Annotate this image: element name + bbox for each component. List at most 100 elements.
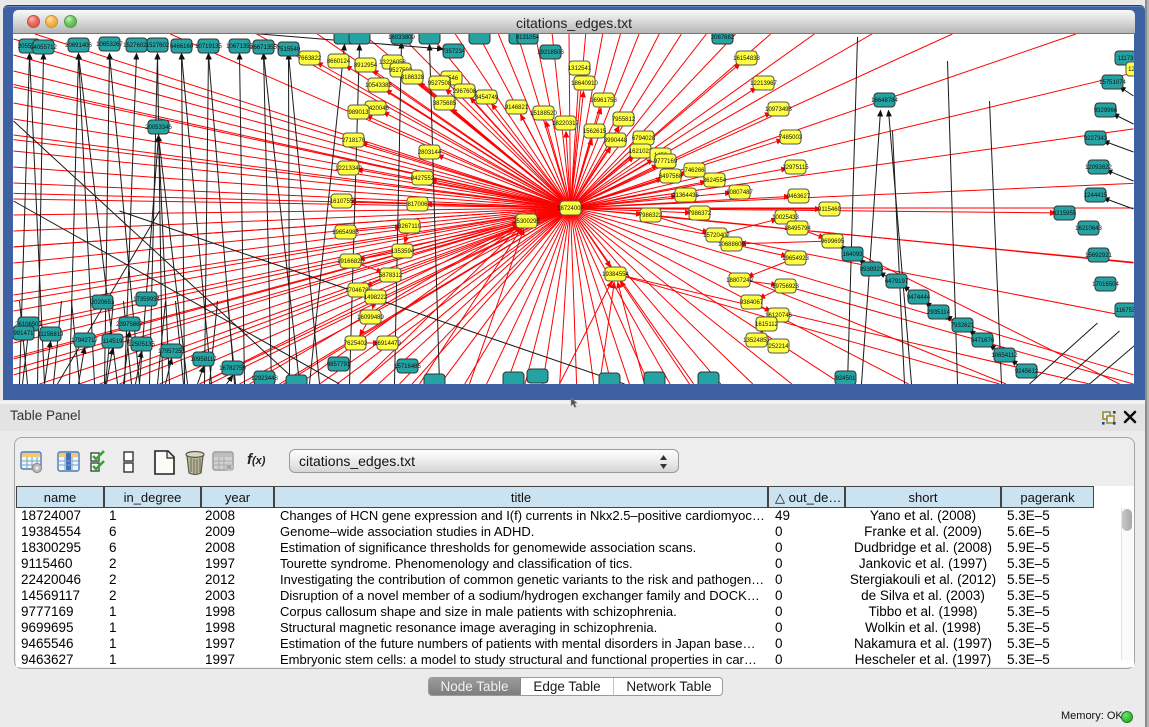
svg-text:8471676: 8471676: [971, 338, 995, 344]
svg-text:8131054: 8131054: [516, 35, 540, 41]
svg-text:1562615: 1562615: [583, 129, 607, 135]
svg-text:252214: 252214: [768, 344, 789, 350]
svg-text:7955812: 7955812: [612, 117, 636, 123]
svg-text:7663822: 7663822: [298, 56, 322, 62]
svg-text:10973493: 10973493: [765, 107, 792, 113]
svg-text:18495794: 18495794: [784, 226, 811, 232]
svg-text:19756928: 19756928: [772, 284, 799, 290]
svg-text:9777169: 9777169: [654, 159, 678, 165]
svg-text:6479197: 6479197: [885, 279, 909, 285]
svg-text:7625402: 7625402: [344, 341, 368, 347]
svg-text:1312541: 1312541: [568, 66, 592, 72]
svg-text:16154838: 16154838: [733, 56, 760, 62]
svg-text:19654983: 19654983: [332, 230, 359, 236]
svg-text:15716485: 15716485: [394, 364, 421, 370]
svg-text:12093822: 12093822: [1085, 165, 1112, 171]
svg-text:8454749: 8454749: [475, 95, 499, 101]
svg-text:2718170: 2718170: [342, 138, 366, 144]
svg-text:9227343: 9227343: [1084, 136, 1108, 142]
svg-text:1615112: 1615112: [755, 322, 779, 328]
svg-text:2087682: 2087682: [711, 35, 735, 41]
svg-text:7932621: 7932621: [951, 323, 975, 329]
svg-text:16782759: 16782759: [219, 366, 246, 372]
svg-text:19218506: 19218506: [537, 50, 564, 56]
svg-text:3624554: 3624554: [703, 178, 727, 184]
svg-text:7986322: 7986322: [639, 213, 663, 219]
svg-text:8990448: 8990448: [604, 138, 628, 144]
svg-text:1527602: 1527602: [146, 43, 170, 49]
svg-text:19384554: 19384554: [602, 272, 629, 278]
svg-text:8660124: 8660124: [327, 59, 351, 65]
svg-text:12325: 12325: [1128, 67, 1134, 73]
svg-text:17957253: 17957253: [158, 349, 185, 355]
svg-text:7357234: 7357234: [442, 49, 466, 55]
svg-text:6466160: 6466160: [170, 44, 194, 50]
svg-text:10654112: 10654112: [991, 353, 1018, 359]
svg-text:8938923: 8938923: [860, 267, 884, 273]
svg-text:8427552: 8427552: [411, 176, 435, 182]
svg-text:114519: 114519: [103, 339, 123, 345]
svg-text:746266: 746266: [684, 168, 705, 174]
svg-text:23975867: 23975867: [116, 322, 143, 328]
svg-text:16671355: 16671355: [250, 45, 277, 51]
svg-text:10807487: 10807487: [726, 190, 753, 196]
svg-text:16961758: 16961758: [590, 98, 617, 104]
svg-text:16914479: 16914479: [374, 341, 401, 347]
svg-text:2935114: 2935114: [927, 310, 951, 316]
svg-text:12975115: 12975115: [782, 165, 809, 171]
svg-text:991471: 991471: [13, 331, 34, 337]
svg-text:11156819: 11156819: [38, 332, 64, 338]
svg-text:3215955: 3215955: [1053, 211, 1077, 217]
svg-text:1498222: 1498222: [364, 295, 388, 301]
svg-text:19654923: 19654923: [782, 256, 809, 262]
svg-text:12923448: 12923448: [251, 376, 278, 382]
svg-text:9245612: 9245612: [1015, 369, 1039, 375]
svg-text:16099489: 16099489: [357, 315, 384, 321]
svg-text:9463627: 9463627: [787, 194, 811, 200]
svg-text:9527508: 9527508: [428, 81, 452, 87]
svg-text:13524851: 13524851: [743, 338, 770, 344]
svg-text:2020651: 2020651: [91, 300, 115, 306]
svg-text:17016504: 17016504: [1092, 282, 1119, 288]
svg-text:9146821: 9146821: [505, 105, 529, 111]
svg-text:9329966: 9329966: [1094, 108, 1118, 114]
svg-text:20053346: 20053346: [145, 125, 172, 131]
svg-text:19166825: 19166825: [337, 259, 364, 265]
svg-text:16210643: 16210643: [1075, 226, 1102, 232]
svg-text:18640910: 18640910: [571, 81, 598, 87]
svg-text:1610755: 1610755: [330, 199, 354, 205]
svg-text:1621022: 1621022: [629, 149, 653, 155]
svg-text:2803144: 2803144: [418, 150, 442, 156]
svg-text:1353594: 1353594: [391, 249, 415, 255]
svg-text:17359934: 17359934: [133, 297, 160, 303]
svg-text:18807249: 18807249: [726, 278, 753, 284]
svg-text:8912954: 8912954: [354, 63, 378, 69]
svg-text:25300295: 25300295: [513, 219, 540, 225]
svg-text:11173: 11173: [1118, 56, 1134, 62]
svg-text:3875685: 3875685: [433, 101, 457, 107]
svg-text:17942717: 17942717: [71, 338, 98, 344]
svg-text:10688609: 10688609: [718, 242, 745, 248]
svg-text:15751074: 15751074: [1099, 80, 1126, 86]
svg-text:6497568: 6497568: [659, 174, 683, 180]
svg-text:6794028: 6794028: [632, 136, 656, 142]
svg-text:7515540: 7515540: [277, 47, 301, 53]
svg-text:9384067: 9384067: [740, 300, 764, 306]
svg-text:5878312: 5878312: [379, 273, 403, 279]
svg-text:7986372: 7986372: [688, 211, 712, 217]
svg-text:924501: 924501: [835, 376, 856, 382]
svg-text:21364436: 21364436: [672, 193, 699, 199]
svg-text:116753: 116753: [1116, 308, 1134, 314]
svg-text:15188520: 15188520: [530, 111, 557, 117]
svg-text:20691406: 20691406: [65, 43, 92, 49]
svg-text:817006: 817006: [407, 202, 428, 208]
svg-text:7485003: 7485003: [779, 135, 803, 141]
svg-text:16033809: 16033809: [388, 35, 415, 41]
svg-text:14055712: 14055712: [30, 45, 57, 51]
svg-text:12505135: 12505135: [128, 342, 155, 348]
svg-text:10719135: 10719135: [195, 44, 222, 50]
svg-text:9699695: 9699695: [821, 239, 845, 245]
svg-text:9474444: 9474444: [907, 295, 931, 301]
svg-text:1244415: 1244415: [1084, 193, 1108, 199]
svg-text:18220317: 18220317: [552, 121, 579, 127]
